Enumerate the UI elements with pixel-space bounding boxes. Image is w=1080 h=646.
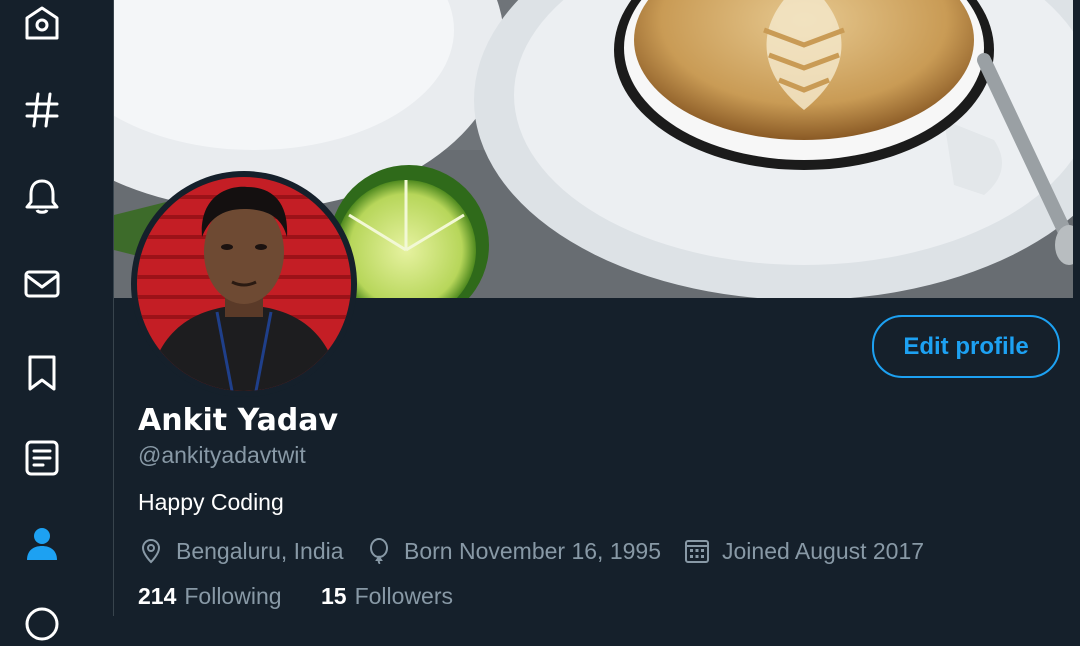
followers-label: Followers [354,583,454,609]
sidebar-nav [0,0,114,641]
balloon-icon [370,538,388,564]
edit-profile-button[interactable]: Edit profile [872,315,1060,378]
avatar-image [137,177,351,391]
home-icon[interactable] [20,2,64,46]
list-icon[interactable] [20,436,64,480]
bookmark-icon[interactable] [20,351,64,395]
profile-bio: Happy Coding [138,489,284,515]
joined-text: Joined August 2017 [722,537,925,564]
following-count: 214 [138,583,177,609]
mail-icon[interactable] [20,262,64,306]
followers-count: 15 [321,583,347,609]
profile-location: Bengaluru, India [138,536,344,566]
profile-column: Edit profile Ankit Yadav @ankityadavtwit… [114,0,1073,616]
profile-birthdate: Born November 16, 1995 [366,536,661,566]
following-label: Following [184,583,282,609]
bell-icon[interactable] [20,174,64,218]
following-link[interactable]: 214 Following [138,583,282,610]
hashtag-icon[interactable] [20,88,64,132]
location-text: Bengaluru, India [176,537,344,564]
avatar[interactable] [131,171,357,397]
profile-handle: @ankityadavtwit [138,442,306,468]
profile-name: Ankit Yadav [138,403,339,438]
birthdate-text: Born November 16, 1995 [404,537,661,564]
followers-link[interactable]: 15 Followers [321,583,453,610]
calendar-icon [685,540,709,563]
scrollbar[interactable] [1073,0,1080,616]
profile-joined: Joined August 2017 [684,536,924,566]
profile-icon[interactable] [20,522,64,566]
location-pin-icon [141,538,161,564]
more-icon[interactable] [20,602,64,646]
